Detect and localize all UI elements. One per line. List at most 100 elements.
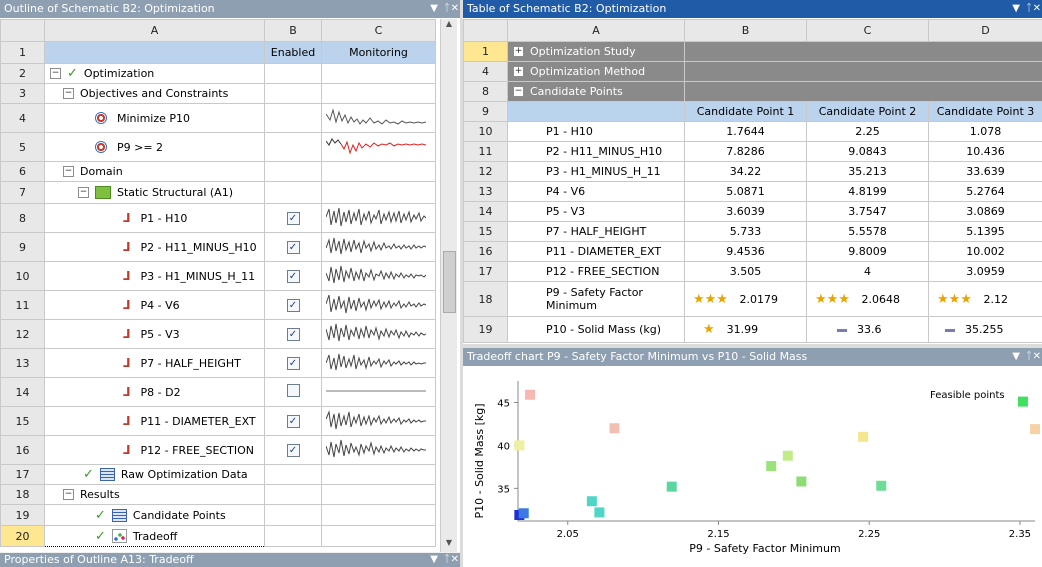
expand-icon[interactable]: + [513,46,524,57]
cell-value[interactable]: 5.1395 [928,221,1042,242]
row-number[interactable]: 15 [0,406,45,436]
cell-value[interactable]: 34.22 [684,161,807,182]
table-row[interactable]: 13 P4 - V6 5.0871 4.8199 5.2764 [463,181,1042,202]
tree-label[interactable]: Static Structural (A1) [117,186,233,199]
tree-row-selected[interactable]: 20 ✓ Tradeoff [0,525,436,547]
tradeoff-scatter-chart[interactable]: 2.05 2.15 2.25 2.35 35 40 45 Feasible points P… [463,366,1042,567]
row-number[interactable]: 18 [0,484,45,505]
row-number[interactable]: 14 [463,201,508,222]
collapse-icon[interactable]: − [63,88,74,99]
cell-value[interactable]: 3.0869 [928,201,1042,222]
close-icon[interactable]: ✕ [1033,0,1041,18]
data-point[interactable] [876,480,887,491]
data-point[interactable] [1030,424,1040,435]
data-point[interactable] [594,507,605,518]
pin-icon[interactable]: ᛏ [1026,0,1032,18]
tree-row[interactable]: 12 ᒧ P5 - V3 ✓ [0,319,436,349]
row-number[interactable]: 17 [0,464,45,485]
data-point[interactable] [609,423,620,434]
row-number[interactable]: 16 [0,435,45,465]
cell-value[interactable]: 2.0179 [739,293,778,306]
cell-value[interactable]: 9.0843 [806,141,929,162]
tree-label[interactable]: Minimize P10 [117,112,190,125]
cell-value[interactable]: 33.639 [928,161,1042,182]
tree-label[interactable]: P2 - H11_MINUS_H10 [141,241,257,254]
collapse-icon[interactable]: − [78,187,89,198]
cell-value[interactable]: 5.2764 [928,181,1042,202]
cell-value[interactable]: 5.5578 [806,221,929,242]
tree-row[interactable]: 18 − Results [0,484,436,505]
section-label[interactable]: Optimization Method [530,65,645,78]
tree-label[interactable]: Domain [80,165,123,178]
tree-label[interactable]: Raw Optimization Data [121,468,248,481]
table-row[interactable]: 11 P2 - H11_MINUS_H10 7.8286 9.0843 10.4… [463,141,1042,162]
row-number[interactable]: 6 [0,161,45,182]
column-header-d[interactable]: D [928,19,1042,42]
horizontal-splitter[interactable] [463,344,1042,348]
tree-row[interactable]: 11 ᒧ P4 - V6 ✓ [0,290,436,320]
row-number[interactable]: 19 [0,504,45,526]
pin-icon[interactable]: ᛏ [1026,348,1032,366]
cell-value[interactable]: 5.0871 [684,181,807,202]
column-header-c[interactable]: C [321,19,436,42]
cell-value[interactable]: 9.4536 [684,241,807,262]
data-point[interactable] [518,508,529,519]
row-number[interactable]: 4 [463,61,508,82]
enabled-checkbox[interactable]: ✓ [286,299,300,312]
row-number[interactable]: 11 [0,290,45,320]
row-number[interactable]: 20 [0,525,45,547]
close-icon[interactable]: ✕ [451,553,459,567]
enabled-checkbox[interactable]: ✓ [286,357,300,370]
table-row[interactable]: 10 P1 - H10 1.7644 2.25 1.078 [463,121,1042,142]
cell-value[interactable]: 2.0648 [861,293,900,306]
data-point[interactable] [586,496,597,507]
cell-value[interactable]: 9.8009 [806,241,929,262]
table-row[interactable]: 14 P5 - V3 3.6039 3.7547 3.0869 [463,201,1042,222]
cell-value[interactable]: 4 [806,261,929,282]
candidate-header[interactable]: Candidate Point 3 [928,101,1042,122]
cell-value[interactable]: 4.8199 [806,181,929,202]
tree-row[interactable]: 7 − Static Structural (A1) [0,181,436,204]
tree-row[interactable]: 6 − Domain [0,161,436,182]
tree-label[interactable]: P8 - D2 [141,386,181,399]
section-label[interactable]: Optimization Study [530,45,636,58]
cell-value[interactable]: 10.002 [928,241,1042,262]
section-label[interactable]: Candidate Points [530,85,623,98]
data-point[interactable] [782,450,793,461]
tree-row[interactable]: 9 ᒧ P2 - H11_MINUS_H10 ✓ [0,232,436,262]
collapse-icon[interactable]: − [63,166,74,177]
data-point[interactable] [514,440,525,451]
dropdown-arrow-icon[interactable]: ▼ [1012,0,1020,18]
cell-value[interactable]: 3.0959 [928,261,1042,282]
tree-row[interactable]: 16 ᒧ P12 - FREE_SECTION ✓ [0,435,436,465]
row-number[interactable]: 17 [463,261,508,282]
tree-label[interactable]: P4 - V6 [141,299,180,312]
row-number[interactable]: 12 [0,319,45,349]
row-number[interactable]: 8 [463,81,508,102]
column-header-b[interactable]: B [264,19,322,42]
candidate-header[interactable]: Candidate Point 2 [806,101,929,122]
section-row[interactable]: 4 + Optimization Method [463,61,1042,82]
row-number[interactable]: 10 [463,121,508,142]
cell-value[interactable]: 31.99 [727,323,759,336]
enabled-checkbox[interactable]: ✓ [286,444,300,457]
column-header-c[interactable]: C [806,19,929,42]
row-number[interactable]: 8 [0,203,45,233]
cell-value[interactable]: 33.6 [857,323,882,336]
data-point[interactable] [858,431,869,442]
cell-value[interactable]: 3.7547 [806,201,929,222]
row-number[interactable]: 16 [463,241,508,262]
tree-label[interactable]: Results [80,488,120,501]
table-row[interactable]: 17 P12 - FREE_SECTION 3.505 4 3.0959 [463,261,1042,282]
row-number[interactable]: 1 [463,41,508,62]
tree-row[interactable]: 10 ᒧ P3 - H1_MINUS_H_11 ✓ [0,261,436,291]
table-row[interactable]: 18 P9 - Safety Factor Minimum ★★★ 2.0179 … [463,281,1042,317]
vertical-scrollbar[interactable]: ▲ ▼ [440,19,457,552]
tree-label[interactable]: P9 >= 2 [117,141,163,154]
row-number[interactable]: 10 [0,261,45,291]
row-number[interactable]: 15 [463,221,508,242]
disabled-checkbox[interactable] [286,384,300,397]
cell-value[interactable]: 7.8286 [684,141,807,162]
row-number[interactable]: 11 [463,141,508,162]
dropdown-arrow-icon[interactable]: ▼ [430,0,438,18]
